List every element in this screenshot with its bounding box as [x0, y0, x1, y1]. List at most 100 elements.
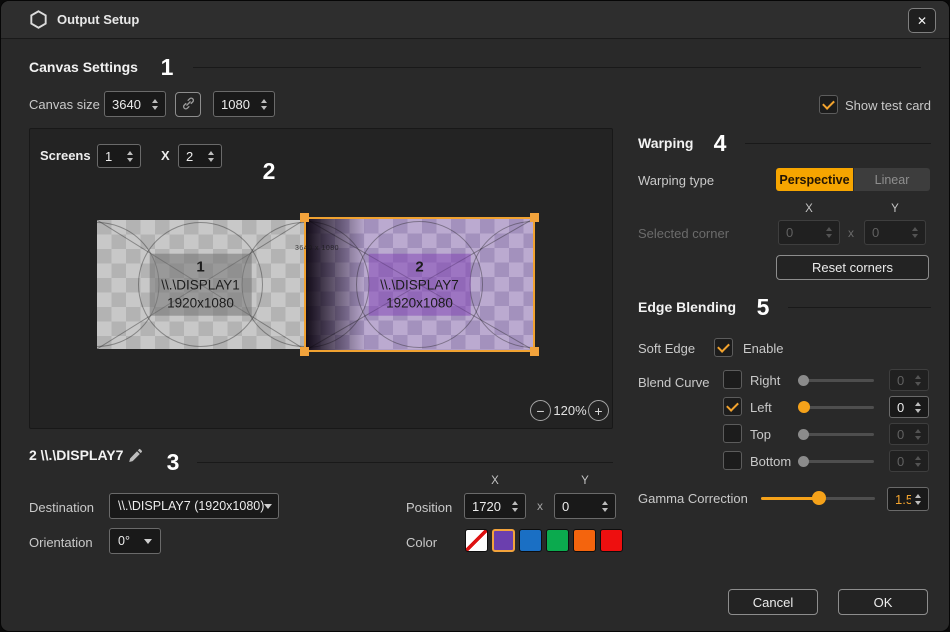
reset-corners-button[interactable]: Reset corners — [776, 255, 929, 280]
soft-edge-checkbox[interactable] — [714, 338, 733, 357]
color-swatch-none[interactable] — [465, 529, 488, 552]
corner-x-input — [779, 225, 822, 240]
corner-handle-bottom-left[interactable] — [300, 347, 309, 356]
spinner-arrows[interactable] — [911, 493, 924, 505]
screens-cols-spinner[interactable] — [97, 144, 141, 168]
show-test-card-label: Show test card — [845, 98, 931, 113]
canvas-settings-divider — [193, 67, 921, 68]
orientation-value: 0° — [118, 534, 130, 548]
destination-dropdown[interactable]: \\.\DISPLAY7 (1920x1080) — [109, 493, 279, 519]
soft-edge-enable-label: Enable — [743, 341, 784, 356]
chevron-down-icon — [264, 503, 273, 509]
warping-type-perspective[interactable]: Perspective — [776, 168, 853, 191]
spinner-arrows[interactable] — [257, 98, 270, 110]
spinner-arrows[interactable] — [148, 98, 161, 110]
blend-right-input — [890, 372, 911, 388]
blend-left-input[interactable] — [890, 399, 911, 415]
blend-bottom-checkbox[interactable] — [723, 451, 742, 470]
color-swatch-blue[interactable] — [519, 529, 542, 552]
display-resolution: 1920x1080 — [167, 295, 234, 311]
gamma-slider[interactable] — [761, 491, 875, 505]
display-number: 1 — [196, 258, 205, 276]
position-separator: x — [537, 499, 543, 513]
edge-blend-gradient — [306, 219, 366, 350]
blend-left-label: Left — [750, 400, 772, 415]
link-icon — [181, 96, 196, 114]
corner-y-header: Y — [891, 203, 899, 215]
warping-divider — [745, 143, 931, 144]
blend-top-slider — [798, 427, 874, 441]
selected-corner-label: Selected corner — [638, 226, 730, 241]
canvas-size-label: Canvas size — [29, 97, 100, 112]
canvas-width-input[interactable] — [105, 96, 148, 112]
close-button[interactable]: ✕ — [908, 8, 936, 33]
step-badge-2: 2 — [262, 157, 276, 184]
screens-rows-input[interactable] — [179, 148, 204, 164]
warping-type-linear[interactable]: Linear — [853, 168, 930, 191]
zoom-level: 120% — [553, 403, 587, 418]
spinner-arrows[interactable] — [911, 401, 924, 413]
destination-label: Destination — [29, 500, 95, 515]
display-number: 2 — [415, 258, 424, 276]
canvas-height-spinner[interactable] — [213, 91, 275, 117]
color-label: Color — [406, 535, 438, 550]
color-swatch-orange[interactable] — [573, 529, 596, 552]
spinner-arrows[interactable] — [508, 500, 521, 512]
blend-top-checkbox[interactable] — [723, 424, 742, 443]
display-name: \\.\DISPLAY7 — [380, 277, 459, 293]
show-test-card-checkbox[interactable] — [819, 95, 838, 114]
color-swatch-red[interactable] — [600, 529, 623, 552]
position-y-header: Y — [581, 475, 589, 487]
spinner-arrows[interactable] — [204, 150, 217, 162]
dialog-title: Output Setup — [57, 12, 140, 27]
ok-button[interactable]: OK — [838, 589, 928, 615]
display-1-thumbnail[interactable]: 1 \\.\DISPLAY1 1920x1080 — [97, 220, 304, 349]
blend-top-spinner — [889, 423, 929, 445]
link-dimensions-button[interactable] — [175, 92, 201, 117]
gamma-input[interactable] — [888, 491, 911, 507]
corner-y-spinner — [864, 220, 926, 245]
spinner-arrows — [911, 455, 924, 467]
gamma-spinner[interactable] — [887, 487, 929, 511]
corner-handle-top-left[interactable] — [300, 213, 309, 222]
position-y-spinner[interactable] — [554, 493, 616, 519]
color-swatch-purple[interactable] — [492, 529, 515, 552]
spinner-arrows[interactable] — [598, 500, 611, 512]
position-x-header: X — [491, 475, 499, 487]
screens-label: Screens — [40, 148, 91, 163]
selected-display-heading: 2 \\.\DISPLAY7 — [29, 447, 124, 463]
display-2-thumbnail[interactable]: 2 \\.\DISPLAY7 1920x1080 — [300, 213, 539, 356]
chevron-down-icon — [144, 538, 152, 544]
spinner-arrows[interactable] — [123, 150, 136, 162]
corner-handle-top-right[interactable] — [530, 213, 539, 222]
blend-curve-label: Blend Curve — [638, 375, 710, 390]
canvas-width-spinner[interactable] — [104, 91, 166, 117]
position-y-input[interactable] — [555, 498, 598, 514]
orientation-dropdown[interactable]: 0° — [109, 528, 161, 554]
screens-cols-input[interactable] — [98, 148, 123, 164]
canvas-height-input[interactable] — [214, 96, 257, 112]
edit-pencil-icon[interactable] — [128, 448, 143, 468]
display-name: \\.\DISPLAY1 — [161, 277, 240, 293]
zoom-in-button[interactable]: + — [588, 400, 609, 421]
blend-left-slider[interactable] — [798, 400, 874, 414]
position-x-input[interactable] — [465, 498, 508, 514]
corner-x-header: X — [805, 203, 813, 215]
blend-bottom-label: Bottom — [750, 454, 792, 469]
gamma-correction-label: Gamma Correction — [638, 491, 748, 506]
color-swatch-green[interactable] — [546, 529, 569, 552]
display-1-label: 1 \\.\DISPLAY1 1920x1080 — [149, 253, 252, 316]
edge-blending-heading: Edge Blending — [638, 299, 736, 315]
corner-x-spinner — [778, 220, 840, 245]
corner-handle-bottom-right[interactable] — [530, 347, 539, 356]
blend-right-checkbox[interactable] — [723, 370, 742, 389]
blend-left-checkbox[interactable] — [723, 397, 742, 416]
step-badge-5: 5 — [756, 293, 770, 320]
canvas-settings-heading: Canvas Settings — [29, 59, 138, 75]
screens-rows-spinner[interactable] — [178, 144, 222, 168]
blend-bottom-input — [890, 453, 911, 469]
blend-left-spinner[interactable] — [889, 396, 929, 418]
position-x-spinner[interactable] — [464, 493, 526, 519]
cancel-button[interactable]: Cancel — [728, 589, 818, 615]
zoom-out-button[interactable]: − — [530, 400, 551, 421]
